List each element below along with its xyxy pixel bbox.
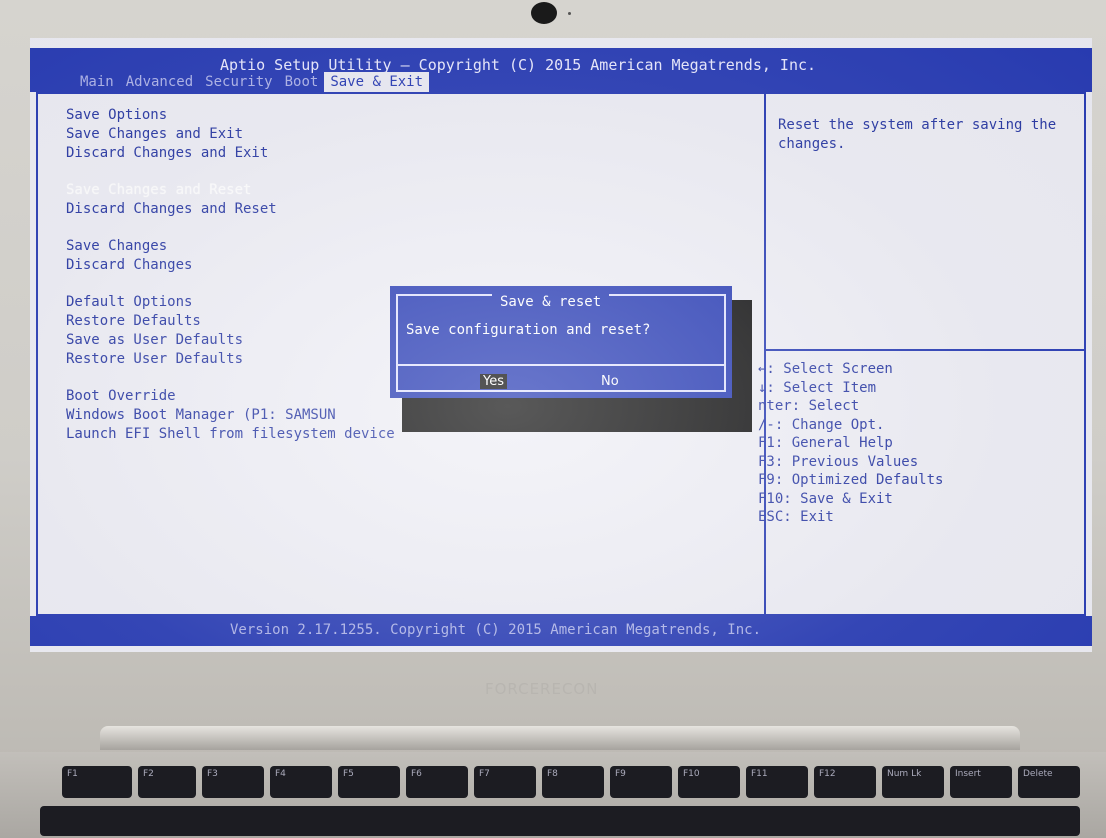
help-divider [764,349,1086,351]
launch-efi-shell-item[interactable]: Launch EFI Shell from filesystem device [66,425,395,444]
restore-user-defaults-item[interactable]: Restore User Defaults [66,350,395,369]
keyboard: F1 F2 F3 F4 F5 F6 F7 F8 F9 F10 F11 F12 N… [0,752,1106,838]
number-key-row [40,806,1080,836]
save-options-header: Save Options [66,107,168,123]
tab-save-and-exit[interactable]: Save & Exit [324,72,430,92]
save-reset-dialog: Save & reset Save configuration and rese… [390,286,732,398]
tab-advanced[interactable]: Advanced [120,72,199,92]
boot-override-header: Boot Override [66,388,176,404]
key-general-help: F1: General Help [758,435,893,451]
dialog-title: Save & reset [492,294,610,310]
save-changes-and-reset-item[interactable]: Save Changes and Reset [66,181,395,200]
laptop-brand-logo: FORCERECON [485,680,599,698]
key-esc-exit: ESC: Exit [758,509,834,525]
key-legend: ←: Select Screen ↓: Select Item nter: Se… [758,360,943,527]
tab-main[interactable]: Main [74,72,120,92]
discard-changes-and-exit-item[interactable]: Discard Changes and Exit [66,144,395,163]
key-f4[interactable]: F4 [270,766,332,798]
footer-bar: Version 2.17.1255. Copyright (C) 2015 Am… [30,616,1092,646]
key-f1[interactable]: F1 [62,766,132,798]
webcam-indicator [568,12,571,15]
key-select-screen: ←: Select Screen [758,361,893,377]
key-f8[interactable]: F8 [542,766,604,798]
key-select-item: ↓: Select Item [758,379,877,396]
save-changes-and-exit-item[interactable]: Save Changes and Exit [66,125,395,144]
laptop-hinge [100,726,1020,750]
key-delete[interactable]: Delete [1018,766,1080,798]
key-optimized-defaults: F9: Optimized Defaults [758,472,944,488]
key-num-lock[interactable]: Num Lk [882,766,944,798]
key-f12[interactable]: F12 [814,766,876,798]
default-options-header: Default Options [66,294,193,310]
options-menu: Save Options Save Changes and Exit Disca… [66,106,395,444]
tab-bar: Main Advanced Security Boot Save & Exit [74,72,430,92]
restore-defaults-item[interactable]: Restore Defaults [66,312,395,331]
key-f10[interactable]: F10 [678,766,740,798]
key-f2[interactable]: F2 [138,766,196,798]
key-enter-select: nter: Select [758,398,860,414]
key-f5[interactable]: F5 [338,766,400,798]
key-f3[interactable]: F3 [202,766,264,798]
no-button[interactable]: No [598,374,622,389]
discard-changes-and-reset-item[interactable]: Discard Changes and Reset [66,200,395,219]
dialog-message: Save configuration and reset? [406,322,651,338]
webcam-icon [531,2,557,24]
yes-button[interactable]: Yes [480,374,507,389]
dialog-separator [396,364,726,366]
save-changes-item[interactable]: Save Changes [66,237,395,256]
tab-security[interactable]: Security [199,72,278,92]
save-as-user-defaults-item[interactable]: Save as User Defaults [66,331,395,350]
windows-boot-manager-item[interactable]: Windows Boot Manager (P1: SAMSUN [66,406,395,425]
discard-changes-item[interactable]: Discard Changes [66,256,395,275]
key-f6[interactable]: F6 [406,766,468,798]
key-previous-values: F3: Previous Values [758,453,919,470]
help-text: Reset the system after saving the change… [778,117,1057,152]
title-bar: Aptio Setup Utility – Copyright (C) 2015… [30,48,1092,92]
tab-boot[interactable]: Boot [279,72,325,92]
dialog-border: Save & reset [396,294,726,392]
bios-screen: Aptio Setup Utility – Copyright (C) 2015… [30,38,1092,652]
key-change-opt: /-: Change Opt. [758,416,885,433]
key-save-exit: F10: Save & Exit [758,490,893,507]
version-text: Version 2.17.1255. Copyright (C) 2015 Am… [230,622,762,638]
key-f7[interactable]: F7 [474,766,536,798]
key-insert[interactable]: Insert [950,766,1012,798]
key-f9[interactable]: F9 [610,766,672,798]
key-f11[interactable]: F11 [746,766,808,798]
panel-divider [764,92,766,616]
laptop-bezel: Aptio Setup Utility – Copyright (C) 2015… [0,0,1106,760]
